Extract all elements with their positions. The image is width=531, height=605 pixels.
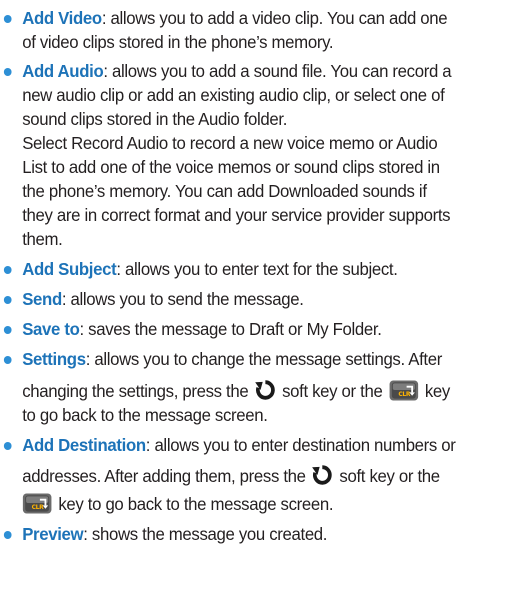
bullet-icon <box>3 15 12 23</box>
item-text: List to add one of the voice memos or so… <box>22 157 440 177</box>
bullet-icon <box>3 442 12 450</box>
bullet-icon <box>3 356 12 364</box>
document-page: Add Video: allows you to add a video cli… <box>0 0 531 605</box>
item-text: : allows you to change the message setti… <box>85 349 443 369</box>
item-text: : allows you to add a video clip. You ca… <box>101 8 448 28</box>
bullet-icon <box>3 531 12 539</box>
item-text: key <box>424 381 450 401</box>
term-settings: Settings <box>22 349 86 369</box>
bullet-icon <box>3 296 12 304</box>
back-arrow-icon <box>255 379 276 401</box>
item-text: them. <box>22 229 63 249</box>
term-save-to: Save to <box>22 319 80 339</box>
clr-key-icon <box>389 380 419 401</box>
bullet-icon <box>3 266 12 274</box>
back-arrow-icon <box>312 464 333 486</box>
item-text: key to go back to the message screen. <box>58 494 334 514</box>
item-text: : saves the message to Draft or My Folde… <box>79 319 382 339</box>
item-text: changing the settings, press the <box>22 381 249 401</box>
item-text: : allows you to enter text for the subje… <box>116 259 398 279</box>
item-text: Select Record Audio to record a new voic… <box>22 133 438 153</box>
item-text: new audio clip or add an existing audio … <box>22 85 445 105</box>
item-text: : allows you to enter destination number… <box>145 435 456 455</box>
term-add-audio: Add Audio <box>22 61 104 81</box>
item-text: the phone’s memory. You can add Download… <box>22 181 427 201</box>
clr-key-icon <box>22 493 52 514</box>
term-add-destination: Add Destination <box>22 435 146 455</box>
term-add-subject: Add Subject <box>22 259 117 279</box>
term-send: Send <box>22 289 62 309</box>
term-add-video: Add Video <box>22 8 102 28</box>
bullet-icon <box>3 326 12 334</box>
bullet-icon <box>3 68 12 76</box>
item-text: addresses. After adding them, press the <box>22 466 306 486</box>
item-text: of video clips stored in the phone’s mem… <box>22 32 334 52</box>
item-text: soft key or the <box>339 466 440 486</box>
item-text: soft key or the <box>282 381 383 401</box>
term-preview: Preview <box>22 524 84 544</box>
item-text: : allows you to add a sound file. You ca… <box>103 61 452 81</box>
item-text: they are in correct format and your serv… <box>22 205 451 225</box>
item-text: to go back to the message screen. <box>22 405 268 425</box>
item-text: sound clips stored in the Audio folder. <box>22 109 288 129</box>
item-text: : allows you to send the message. <box>61 289 304 309</box>
item-text: : shows the message you created. <box>83 524 328 544</box>
